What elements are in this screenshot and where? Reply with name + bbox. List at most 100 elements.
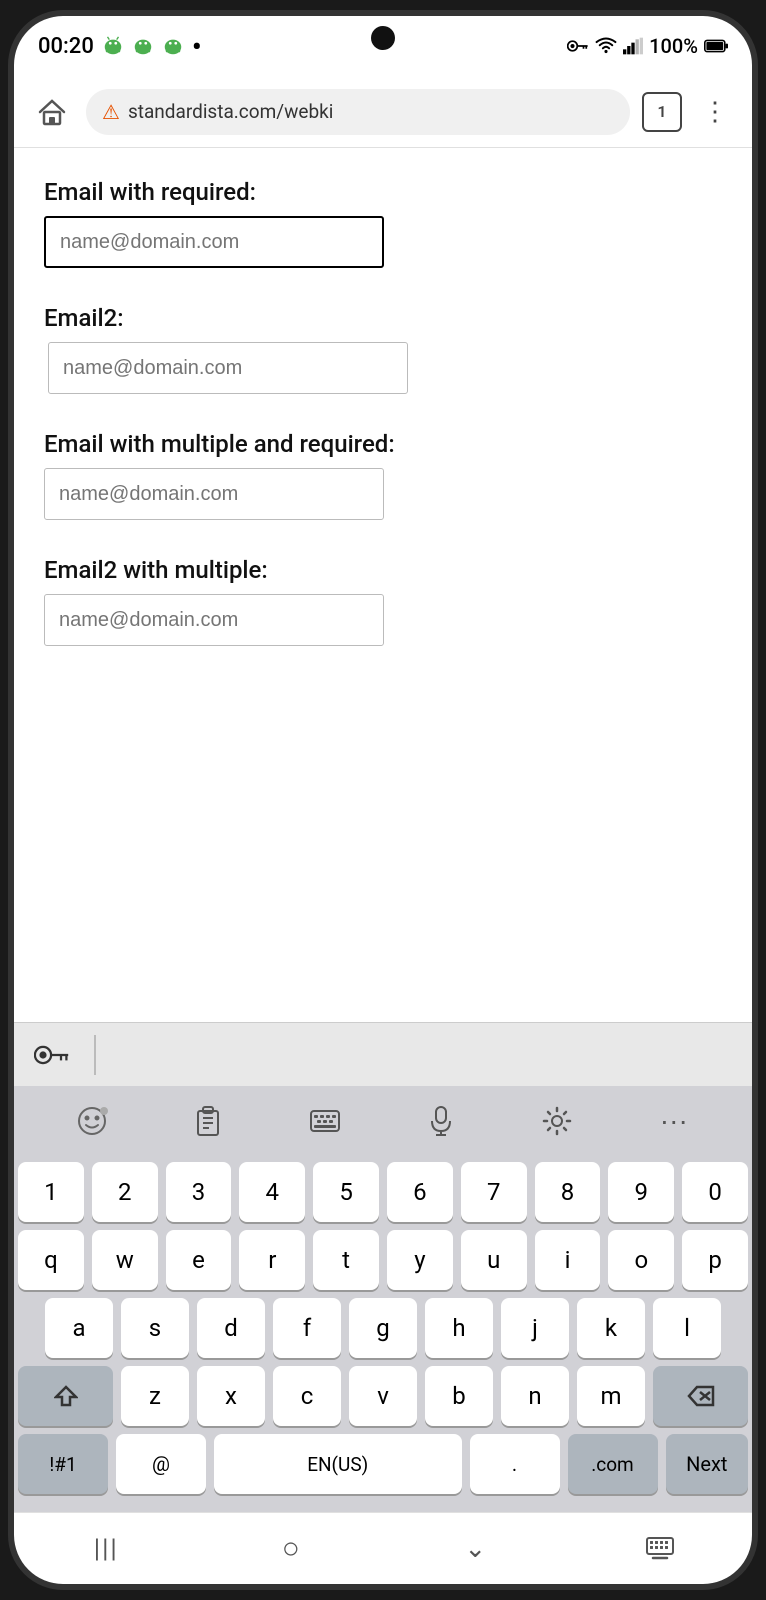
settings-button[interactable] [527, 1095, 587, 1147]
field3-input[interactable] [44, 468, 384, 520]
status-time: 00:20 [38, 34, 94, 59]
key-v[interactable]: v [349, 1366, 417, 1426]
key-1[interactable]: 1 [18, 1162, 84, 1222]
form-group-3: Email with multiple and required: [44, 430, 722, 520]
security-warning-icon: ⚠ [102, 100, 120, 124]
key-e[interactable]: e [166, 1230, 232, 1290]
period-key[interactable]: . [470, 1434, 560, 1494]
clipboard-button[interactable] [178, 1095, 238, 1147]
key-u[interactable]: u [461, 1230, 527, 1290]
key-6[interactable]: 6 [387, 1162, 453, 1222]
key-x[interactable]: x [197, 1366, 265, 1426]
field1-label: Email with required: [44, 178, 722, 206]
key-t[interactable]: t [313, 1230, 379, 1290]
key-z[interactable]: z [121, 1366, 189, 1426]
field2-input[interactable] [48, 342, 408, 394]
android-icon-2 [132, 35, 154, 57]
form-group-1: Email with required: [44, 178, 722, 268]
at-key[interactable]: @ [116, 1434, 206, 1494]
key-c[interactable]: c [273, 1366, 341, 1426]
key-2[interactable]: 2 [92, 1162, 158, 1222]
home-button[interactable] [30, 90, 74, 134]
key-8[interactable]: 8 [535, 1162, 601, 1222]
key-i[interactable]: i [535, 1230, 601, 1290]
status-dot: • [192, 30, 202, 63]
back-nav-button[interactable]: ||| [66, 1534, 146, 1564]
key-0[interactable]: 0 [682, 1162, 748, 1222]
space-key[interactable]: EN(US) [214, 1434, 462, 1494]
url-bar[interactable]: ⚠ standardista.com/webki [86, 89, 630, 135]
camera-notch-container [371, 26, 395, 50]
key-j[interactable]: j [501, 1298, 569, 1358]
key-d[interactable]: d [197, 1298, 265, 1358]
mic-button[interactable] [411, 1095, 471, 1147]
key-l[interactable]: l [653, 1298, 721, 1358]
key-b[interactable]: b [425, 1366, 493, 1426]
next-key[interactable]: Next [666, 1434, 749, 1494]
shift-icon [54, 1385, 78, 1407]
key-4[interactable]: 4 [239, 1162, 305, 1222]
back-icon: ||| [94, 1534, 119, 1564]
key-h[interactable]: h [425, 1298, 493, 1358]
key-g[interactable]: g [349, 1298, 417, 1358]
key-a[interactable]: a [45, 1298, 113, 1358]
key-m[interactable]: m [577, 1366, 645, 1426]
key-y[interactable]: y [387, 1230, 453, 1290]
special-key[interactable]: !#1 [18, 1434, 108, 1494]
key-s[interactable]: s [121, 1298, 189, 1358]
status-bar: 00:20 • 100% [14, 16, 752, 76]
key-q[interactable]: q [18, 1230, 84, 1290]
battery-icon [704, 38, 728, 54]
key-7[interactable]: 7 [461, 1162, 527, 1222]
camera-notch [371, 26, 395, 50]
tab-count: 1 [657, 102, 666, 121]
qwerty-row: q w e r t y u i o p [18, 1230, 748, 1290]
home-nav-icon: ○ [282, 1531, 300, 1566]
key-f[interactable]: f [273, 1298, 341, 1358]
key-5[interactable]: 5 [313, 1162, 379, 1222]
vpn-key-icon [567, 38, 589, 54]
emoji-button[interactable] [62, 1095, 122, 1147]
recents-nav-button[interactable]: ⌄ [435, 1534, 515, 1564]
status-right: 100% [567, 34, 728, 58]
zxcv-row: z x c v b n m [18, 1366, 748, 1426]
field3-label: Email with multiple and required: [44, 430, 722, 458]
key-n[interactable]: n [501, 1366, 569, 1426]
form-group-2: Email2: [44, 304, 722, 394]
field4-input[interactable] [44, 594, 384, 646]
menu-button[interactable]: ⋮ [694, 97, 736, 127]
key-k[interactable]: k [577, 1298, 645, 1358]
keyboard-layout-icon [309, 1107, 341, 1135]
home-icon [37, 98, 67, 126]
browser-bar: ⚠ standardista.com/webki 1 ⋮ [14, 76, 752, 148]
keyboard-layout-button[interactable] [295, 1095, 355, 1147]
form-group-4: Email2 with multiple: [44, 556, 722, 646]
backspace-icon [687, 1385, 715, 1407]
vpn-key-large-icon [34, 1043, 70, 1067]
home-nav-button[interactable]: ○ [251, 1531, 331, 1566]
field1-input[interactable] [44, 216, 384, 268]
key-o[interactable]: o [608, 1230, 674, 1290]
field2-label: Email2: [44, 304, 722, 332]
dotcom-key[interactable]: .com [568, 1434, 658, 1494]
battery-percent: 100% [649, 34, 698, 58]
field4-label: Email2 with multiple: [44, 556, 722, 584]
backspace-key[interactable] [653, 1366, 748, 1426]
phone-frame: 00:20 • 100% ⚠ standardist [8, 10, 758, 1590]
keyboard[interactable]: 1 2 3 4 5 6 7 8 9 0 q w e r t y u i o p … [14, 1156, 752, 1512]
android-icon-1 [102, 35, 124, 57]
signal-icon [623, 37, 643, 55]
shift-key[interactable] [18, 1366, 113, 1426]
status-left: 00:20 • [38, 30, 202, 63]
more-button[interactable]: ··· [644, 1095, 704, 1147]
key-9[interactable]: 9 [608, 1162, 674, 1222]
tab-button[interactable]: 1 [642, 92, 682, 132]
key-p[interactable]: p [682, 1230, 748, 1290]
clipboard-icon [194, 1105, 222, 1137]
bottom-row: !#1 @ EN(US) . .com Next [18, 1434, 748, 1494]
key-w[interactable]: w [92, 1230, 158, 1290]
key-3[interactable]: 3 [166, 1162, 232, 1222]
web-content: Email with required: Email2: Email with … [14, 148, 752, 1022]
key-r[interactable]: r [239, 1230, 305, 1290]
keyboard-hide-button[interactable] [620, 1536, 700, 1562]
